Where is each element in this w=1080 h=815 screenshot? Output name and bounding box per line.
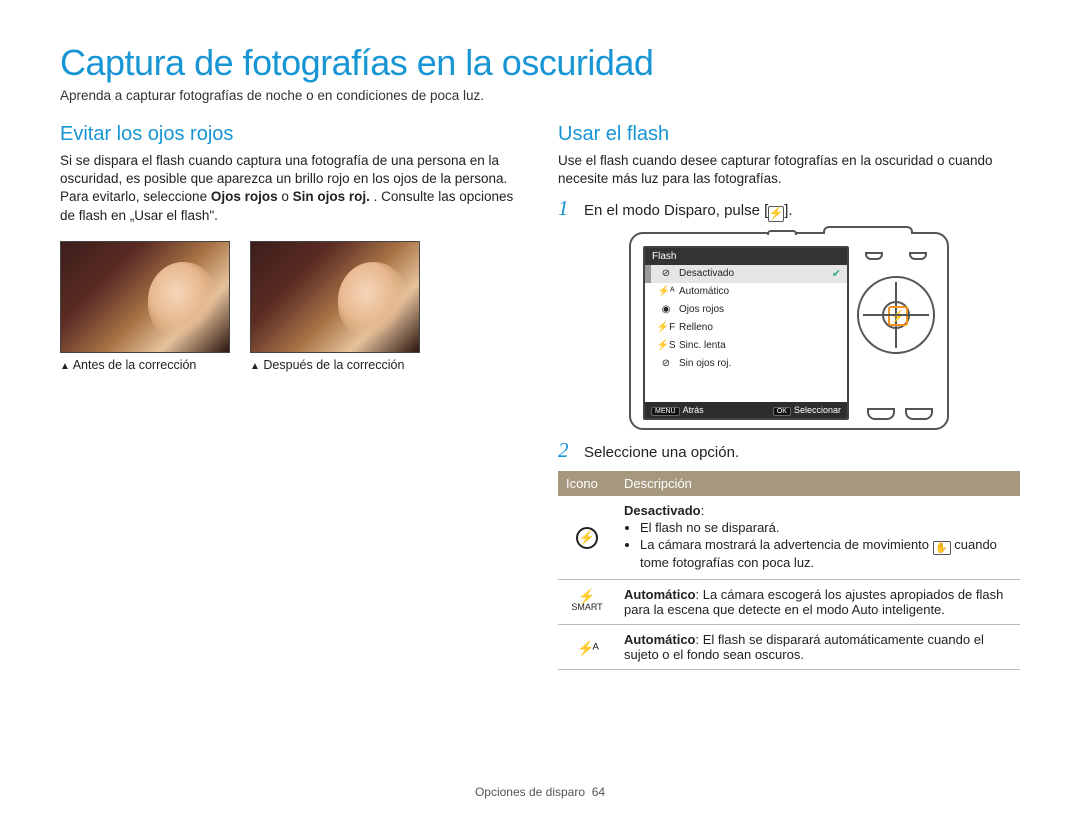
- lcd-item-ojos-rojos: ◉ Ojos rojos: [645, 301, 847, 319]
- desc-cell: Automático: La cámara escogerá los ajust…: [616, 580, 1020, 625]
- caption-after: ▲ Después de la corrección: [250, 358, 420, 372]
- portrait-photo-before: [60, 241, 230, 353]
- bold-sin-ojos-roj: Sin ojos roj.: [293, 189, 370, 204]
- lcd-item-sinc-lenta: ⚡S Sinc. lenta: [645, 337, 847, 355]
- footer-section: Opciones de disparo: [475, 785, 585, 799]
- left-column: Evitar los ojos rojos Si se dispara el f…: [60, 123, 522, 670]
- no-redeye-icon: ⊘: [659, 357, 673, 371]
- lcd-label: Sin ojos roj.: [679, 358, 731, 369]
- table-row: ⚡ᴬ Automático: El flash se disparará aut…: [558, 625, 1020, 670]
- row-title: Automático: [624, 587, 696, 602]
- camera-controls: ⚡: [857, 254, 935, 354]
- step-1: 1 En el modo Disparo, pulse [⚡].: [558, 198, 1020, 221]
- flash-auto-icon: ⚡ᴬ: [659, 285, 673, 299]
- camera-bottom-buttons: [867, 408, 933, 420]
- camera-button: [867, 408, 895, 420]
- page-subtitle: Aprenda a capturar fotografías de noche …: [60, 88, 1020, 103]
- camera-diagram: Flash ⊘ Desactivado ✔ ⚡ᴬ Automático ◉ Ojos r…: [558, 232, 1020, 430]
- flash-slow-icon: ⚡S: [659, 339, 673, 353]
- flash-fill-icon: ⚡F: [659, 321, 673, 335]
- lcd-label: Ojos rojos: [679, 304, 724, 315]
- lcd-label: Relleno: [679, 322, 713, 333]
- icon-cell: ⚡ᴬ: [558, 625, 616, 670]
- right-intro: Use el flash cuando desee capturar fotog…: [558, 152, 1020, 188]
- caption-text: Después de la corrección: [263, 358, 404, 372]
- flash-off-icon: ⊘: [659, 267, 673, 281]
- text: En el modo Disparo, pulse [: [584, 202, 768, 219]
- left-heading: Evitar los ojos rojos: [60, 123, 522, 146]
- lcd-item-relleno: ⚡F Relleno: [645, 319, 847, 337]
- text: La cámara mostrará la advertencia de mov…: [640, 537, 933, 552]
- lcd-footer-right: Seleccionar: [794, 405, 841, 415]
- photo-after: ▲ Después de la corrección: [250, 241, 420, 372]
- table-row: ⚡ Desactivado: El flash no se disparará.…: [558, 496, 1020, 580]
- flash-off-icon: ⚡: [576, 527, 598, 549]
- lcd-footer: MENUAtrás OKSeleccionar: [645, 402, 847, 418]
- desc-cell: Desactivado: El flash no se disparará. L…: [616, 496, 1020, 580]
- lcd-label: Automático: [679, 286, 729, 297]
- step-text: Seleccione una opción.: [584, 440, 1020, 463]
- page-title: Captura de fotografías en la oscuridad: [60, 42, 1020, 84]
- lcd-item-automatico: ⚡ᴬ Automático: [645, 283, 847, 301]
- ok-button-icon: OK: [773, 407, 791, 416]
- step-number: 1: [558, 198, 576, 221]
- photo-before: ▲ Antes de la corrección: [60, 241, 230, 372]
- eye-icon: ◉: [659, 303, 673, 317]
- camera-lcd: Flash ⊘ Desactivado ✔ ⚡ᴬ Automático ◉ Ojos r…: [643, 246, 849, 420]
- text: o: [281, 189, 292, 204]
- triangle-icon: ▲: [250, 361, 260, 372]
- left-paragraph: Si se dispara el flash cuando captura un…: [60, 152, 522, 225]
- lcd-footer-left: Atrás: [683, 405, 704, 415]
- camera-body: Flash ⊘ Desactivado ✔ ⚡ᴬ Automático ◉ Ojos r…: [629, 232, 949, 430]
- icon-cell: ⚡: [558, 496, 616, 580]
- camera-small-button: [865, 252, 883, 260]
- shake-warning-icon: ✋: [933, 541, 951, 555]
- page-footer: Opciones de disparo 64: [0, 785, 1080, 799]
- options-table: Icono Descripción ⚡ Desactivado: El flas…: [558, 471, 1020, 671]
- icon-cell: ⚡SMART: [558, 580, 616, 625]
- bold-ojos-rojos: Ojos rojos: [211, 189, 278, 204]
- lcd-menu-title: Flash: [645, 248, 847, 265]
- right-column: Usar el flash Use el flash cuando desee …: [558, 123, 1020, 670]
- col-icono: Icono: [558, 471, 616, 496]
- portrait-photo-after: [250, 241, 420, 353]
- flash-smart-icon: ⚡SMART: [571, 590, 602, 611]
- text: ].: [784, 202, 792, 219]
- menu-button-icon: MENU: [651, 407, 680, 416]
- lcd-label: Sinc. lenta: [679, 340, 726, 351]
- row-title: Desactivado: [624, 503, 701, 518]
- desc-cell: Automático: El flash se disparará automá…: [616, 625, 1020, 670]
- camera-small-button: [909, 252, 927, 260]
- table-row: ⚡SMART Automático: La cámara escogerá lo…: [558, 580, 1020, 625]
- lcd-label: Desactivado: [679, 268, 734, 279]
- step-number: 2: [558, 440, 576, 463]
- lcd-item-desactivado: ⊘ Desactivado ✔: [645, 265, 847, 283]
- bullet-list: El flash no se disparará. La cámara most…: [624, 520, 1012, 571]
- list-item: La cámara mostrará la advertencia de mov…: [640, 537, 1012, 571]
- table-header-row: Icono Descripción: [558, 471, 1020, 496]
- camera-button: [905, 408, 933, 420]
- camera-dpad: ⚡: [857, 276, 935, 354]
- flash-auto-icon: ⚡ᴬ: [577, 640, 597, 656]
- camera-lens-stub: [767, 230, 797, 235]
- triangle-icon: ▲: [60, 361, 70, 372]
- photo-row: ▲ Antes de la corrección ▲ Después de la…: [60, 241, 522, 372]
- list-item: El flash no se disparará.: [640, 520, 1012, 535]
- step-text: En el modo Disparo, pulse [⚡].: [584, 198, 1020, 221]
- flash-dpad-highlight-icon: ⚡: [888, 306, 908, 326]
- check-icon: ✔: [832, 267, 841, 280]
- footer-page-number: 64: [592, 785, 605, 799]
- caption-text: Antes de la corrección: [73, 358, 197, 372]
- caption-before: ▲ Antes de la corrección: [60, 358, 230, 372]
- col-descripcion: Descripción: [616, 471, 1020, 496]
- step-2: 2 Seleccione una opción.: [558, 440, 1020, 463]
- right-heading: Usar el flash: [558, 123, 1020, 146]
- lcd-item-sin-ojos-roj: ⊘ Sin ojos roj.: [645, 355, 847, 373]
- camera-top-ridge: [823, 226, 913, 234]
- flash-button-icon: ⚡: [768, 206, 784, 222]
- row-title: Automático: [624, 632, 696, 647]
